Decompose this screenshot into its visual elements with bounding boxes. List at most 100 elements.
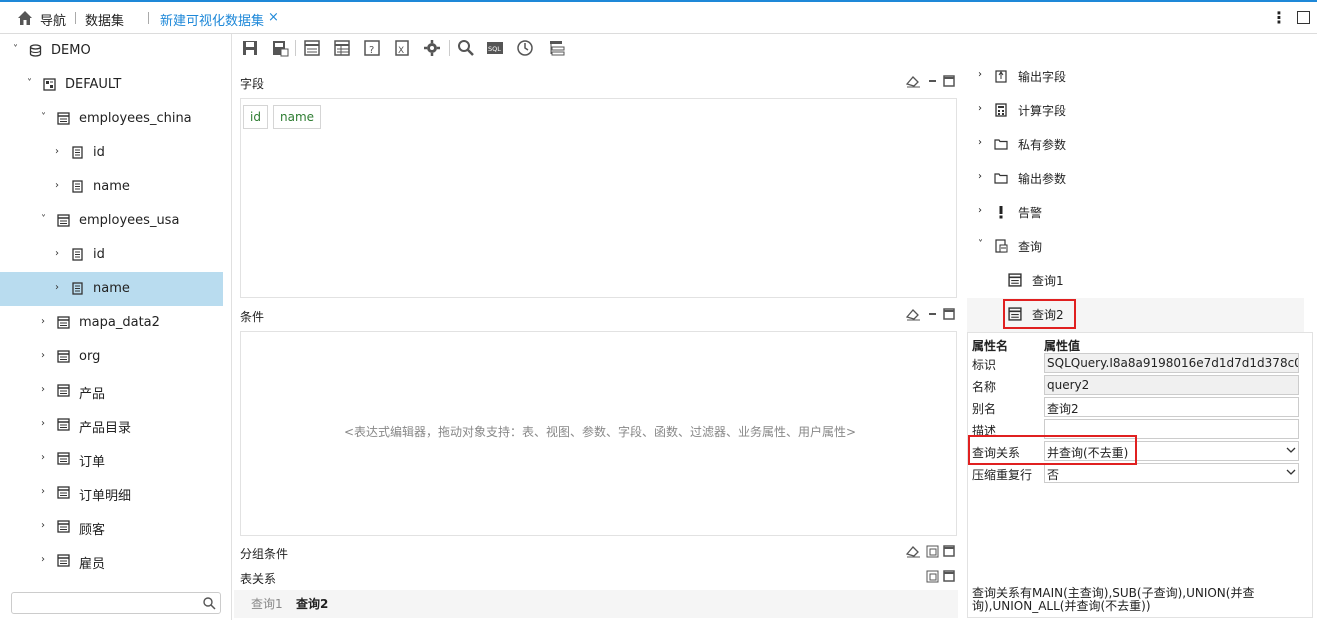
table-icon: [57, 418, 70, 431]
more-menu-icon[interactable]: ⋮: [1271, 8, 1287, 27]
tree-item[interactable]: › 产品目录: [0, 408, 223, 442]
prop-id-field[interactable]: SQLQuery.I8a8a9198016e7d1d7d1d378c016e8: [1044, 353, 1299, 373]
query-tree-item[interactable]: ˅ 查询: [967, 230, 1304, 264]
query-tree-item[interactable]: 查询1: [967, 264, 1304, 298]
home-icon[interactable]: [16, 9, 34, 27]
tree-item-label: employees_usa: [79, 213, 180, 228]
calculator-icon: [994, 103, 1008, 117]
prop-key: 别名: [972, 402, 997, 416]
chevron-right-icon[interactable]: ›: [41, 520, 45, 531]
tree-item[interactable]: ˅ employees_usa: [0, 204, 223, 238]
chevron-right-icon[interactable]: ›: [41, 384, 45, 395]
table-icon: [57, 554, 70, 567]
tree-item[interactable]: › 产品: [0, 374, 223, 408]
nav-link[interactable]: 导航: [40, 10, 66, 29]
query-tree-item[interactable]: › 输出字段: [967, 60, 1304, 94]
compress-rows-select[interactable]: 否: [1044, 463, 1299, 483]
query-tree-item[interactable]: › 输出参数: [967, 162, 1304, 196]
table-icon: [57, 520, 70, 533]
tree-item[interactable]: › id: [0, 238, 223, 272]
prop-alias-field[interactable]: 查询2: [1044, 397, 1299, 417]
dataset-link[interactable]: 数据集: [85, 10, 124, 29]
tree-item[interactable]: › id: [0, 136, 223, 170]
chevron-right-icon[interactable]: ›: [41, 418, 45, 429]
tab-new-dataset[interactable]: 新建可视化数据集: [160, 10, 264, 29]
tree-item-label: 雇员: [79, 557, 106, 572]
chevron-right-icon[interactable]: ›: [41, 486, 45, 497]
tree-item[interactable]: › 顾客: [0, 510, 223, 544]
chevron-down-icon[interactable]: ˅: [27, 78, 32, 89]
tree-item[interactable]: › org: [0, 340, 223, 374]
chevron-right-icon[interactable]: ›: [41, 452, 45, 463]
tree-item[interactable]: › name: [0, 272, 223, 306]
tree-item-label: name: [93, 281, 130, 296]
chevron-right-icon[interactable]: ›: [55, 248, 59, 259]
tree-item[interactable]: › 雇员: [0, 544, 223, 578]
chevron-right-icon[interactable]: ›: [41, 350, 45, 361]
query-tree-label: 查询: [1018, 240, 1043, 254]
chevron-right-icon[interactable]: ›: [978, 137, 982, 148]
save-as-icon[interactable]: [271, 39, 289, 57]
table-relation-title: 表关系: [240, 572, 277, 586]
chevron-right-icon[interactable]: ›: [978, 103, 982, 114]
chevron-down-icon[interactable]: ˅: [978, 239, 983, 250]
field-chip-name[interactable]: name: [273, 105, 322, 129]
save-icon[interactable]: [241, 39, 259, 57]
clock-icon[interactable]: [516, 39, 534, 57]
prop-row-id: 标识 SQLQuery.I8a8a9198016e7d1d7d1d378c016…: [968, 353, 1314, 375]
field-chip-id[interactable]: id: [243, 105, 268, 129]
settings-gear-icon[interactable]: [423, 39, 441, 57]
query-tree-item[interactable]: › 告警: [967, 196, 1304, 230]
prop-row-alias: 别名 查询2: [968, 397, 1314, 419]
chevron-right-icon[interactable]: ›: [55, 282, 59, 293]
tree-item-label: DEMO: [51, 43, 91, 58]
sql-icon[interactable]: SQL: [486, 39, 504, 57]
tab-query1[interactable]: 查询1: [251, 595, 283, 612]
tree-search-input[interactable]: [11, 592, 221, 614]
tree-item[interactable]: ˅ DEFAULT: [0, 68, 223, 102]
chevron-right-icon[interactable]: ›: [978, 205, 982, 216]
chevron-down-icon[interactable]: ˅: [41, 112, 46, 123]
toolbar-divider: [449, 40, 450, 56]
chevron-right-icon[interactable]: ›: [55, 146, 59, 157]
panel-controls: [906, 75, 955, 88]
grid-view-icon[interactable]: [333, 39, 351, 57]
chevron-down-icon[interactable]: ˅: [13, 44, 18, 55]
tree-item[interactable]: › 订单: [0, 442, 223, 476]
chevron-down-icon[interactable]: [1286, 467, 1296, 477]
field-icon: [71, 248, 84, 261]
tree-item-label: mapa_data2: [79, 315, 160, 330]
tree-item[interactable]: › mapa_data2: [0, 306, 223, 340]
svg-text:SQL: SQL: [488, 45, 501, 53]
tree-item[interactable]: ˅ DEMO: [0, 34, 223, 68]
tree-item[interactable]: ˅ employees_china: [0, 102, 223, 136]
tab-query2[interactable]: 查询2: [296, 595, 328, 612]
search-icon[interactable]: [457, 39, 475, 57]
query-tree-item[interactable]: › 计算字段: [967, 94, 1304, 128]
query-tree-label: 私有参数: [1018, 138, 1067, 152]
table-icon: [57, 350, 70, 363]
query-tree-item[interactable]: › 私有参数: [967, 128, 1304, 162]
export-excel-icon[interactable]: X: [393, 39, 411, 57]
maximize-icon[interactable]: [1297, 11, 1310, 24]
help-doc-icon[interactable]: ?: [363, 39, 381, 57]
alert-icon: [994, 205, 1008, 219]
prop-name-field[interactable]: query2: [1044, 375, 1299, 395]
tree-item-label: employees_china: [79, 111, 192, 126]
chevron-down-icon[interactable]: ˅: [41, 214, 46, 225]
chevron-right-icon[interactable]: ›: [978, 69, 982, 80]
chevron-right-icon[interactable]: ›: [55, 180, 59, 191]
chevron-right-icon[interactable]: ›: [978, 171, 982, 182]
prop-row-compress: 压缩重复行 否: [968, 463, 1314, 485]
condition-expression-editor[interactable]: <表达式编辑器，拖动对象支持：表、视图、参数、字段、函数、过滤器、业务属性、用户…: [240, 331, 957, 536]
tree-item[interactable]: › name: [0, 170, 223, 204]
hierarchy-icon[interactable]: [548, 39, 566, 57]
chevron-right-icon[interactable]: ›: [41, 554, 45, 565]
search-icon[interactable]: [202, 596, 216, 610]
chevron-right-icon[interactable]: ›: [41, 316, 45, 327]
tab-close-icon[interactable]: ×: [268, 10, 279, 25]
fields-drop-area[interactable]: id name: [240, 98, 957, 298]
tree-item[interactable]: › 订单明细: [0, 476, 223, 510]
table-view-icon[interactable]: [303, 39, 321, 57]
chevron-down-icon[interactable]: [1286, 445, 1296, 455]
